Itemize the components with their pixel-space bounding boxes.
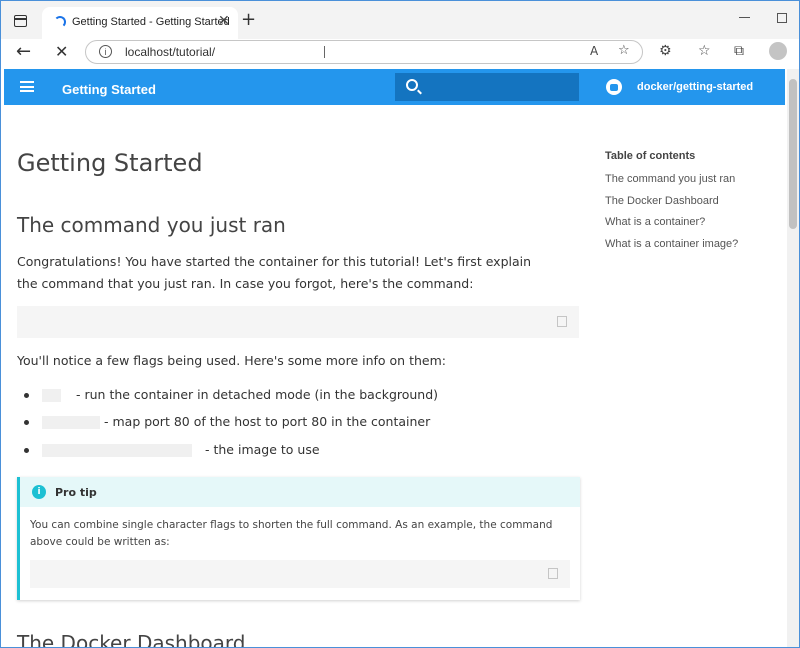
site-title[interactable]: Getting Started — [62, 82, 156, 97]
page-title: Getting Started — [17, 149, 203, 177]
list-item-text: - run the container in detached mode (in… — [76, 387, 439, 402]
table-of-contents: Table of contents The command you just r… — [605, 150, 775, 255]
section-heading-command: The command you just ran — [17, 213, 286, 237]
copy-icon[interactable] — [557, 316, 567, 327]
inline-code — [42, 416, 100, 429]
profile-avatar[interactable] — [769, 42, 787, 60]
copy-icon[interactable] — [548, 568, 558, 579]
tab-title: Getting Started - Getting Started — [72, 16, 230, 28]
read-aloud-icon[interactable]: A — [590, 44, 598, 58]
toc-item-container[interactable]: What is a container? — [605, 212, 775, 234]
list-item: - run the container in detached mode (in… — [24, 387, 584, 403]
command-code-block — [17, 306, 579, 338]
menu-icon[interactable] — [20, 81, 34, 92]
url-text[interactable]: localhost/tutorial/ — [125, 45, 215, 59]
list-item: - map port 80 of the host to port 80 in … — [24, 414, 584, 430]
site-header: Getting Started docker/getting-started — [4, 69, 785, 105]
extensions-icon[interactable]: ⚙ — [659, 43, 672, 59]
page-viewport: Getting Started docker/getting-started G… — [4, 69, 785, 648]
section-heading-dashboard: The Docker Dashboard — [17, 631, 246, 648]
collections-icon[interactable]: ⧉ — [734, 43, 744, 59]
minimize-button[interactable] — [739, 17, 750, 18]
toc-item-dashboard[interactable]: The Docker Dashboard — [605, 191, 775, 213]
browser-window: Getting Started - Getting Started ✕ + ← … — [0, 0, 800, 648]
tab-getting-started[interactable]: Getting Started - Getting Started ✕ — [42, 7, 238, 39]
new-tab-button[interactable]: + — [241, 11, 256, 29]
address-bar[interactable]: i localhost/tutorial/ A ☆ — [85, 40, 643, 64]
pro-tip-body: You can combine single character flags t… — [30, 519, 553, 548]
stop-loading-button[interactable]: ✕ — [55, 42, 68, 61]
site-info-icon[interactable]: i — [99, 45, 112, 58]
search-icon — [406, 79, 418, 91]
pro-tip-title: Pro tip — [55, 486, 97, 499]
list-item-text: - map port 80 of the host to port 80 in … — [104, 414, 431, 429]
tab-bar: Getting Started - Getting Started ✕ + — [1, 1, 799, 39]
maximize-button[interactable] — [777, 13, 787, 23]
flags-paragraph: You'll notice a few flags being used. He… — [17, 353, 446, 368]
scrollbar-thumb[interactable] — [789, 79, 797, 229]
page-scrollbar[interactable] — [787, 69, 799, 647]
close-tab-icon[interactable]: ✕ — [218, 13, 230, 29]
favorites-icon[interactable]: ☆ — [698, 43, 711, 59]
pro-tip-callout: i Pro tip You can combine single charact… — [17, 477, 580, 600]
pro-tip-header: i Pro tip — [20, 477, 580, 507]
text-cursor — [324, 46, 325, 58]
inline-code — [42, 389, 61, 402]
back-button[interactable]: ← — [16, 41, 31, 62]
list-item-text: - the image to use — [205, 442, 320, 457]
list-item: - the image to use — [24, 442, 584, 458]
info-icon: i — [32, 485, 46, 499]
github-icon[interactable] — [606, 79, 622, 95]
inline-code — [42, 444, 192, 457]
search-input[interactable] — [395, 73, 579, 101]
toc-title: Table of contents — [605, 150, 696, 162]
favorite-star-icon[interactable]: ☆ — [618, 43, 630, 58]
toc-item-container-image[interactable]: What is a container image? — [605, 234, 775, 256]
tip-code-block — [30, 560, 570, 588]
repo-link[interactable]: docker/getting-started — [637, 81, 753, 93]
browser-toolbar: ← ✕ i localhost/tutorial/ A ☆ ⚙ ☆ ⧉ — [1, 39, 799, 67]
intro-paragraph: Congratulations! You have started the co… — [17, 254, 532, 291]
loading-icon — [54, 16, 66, 28]
toc-item-command[interactable]: The command you just ran — [605, 169, 775, 191]
tab-actions-icon[interactable] — [11, 11, 33, 33]
